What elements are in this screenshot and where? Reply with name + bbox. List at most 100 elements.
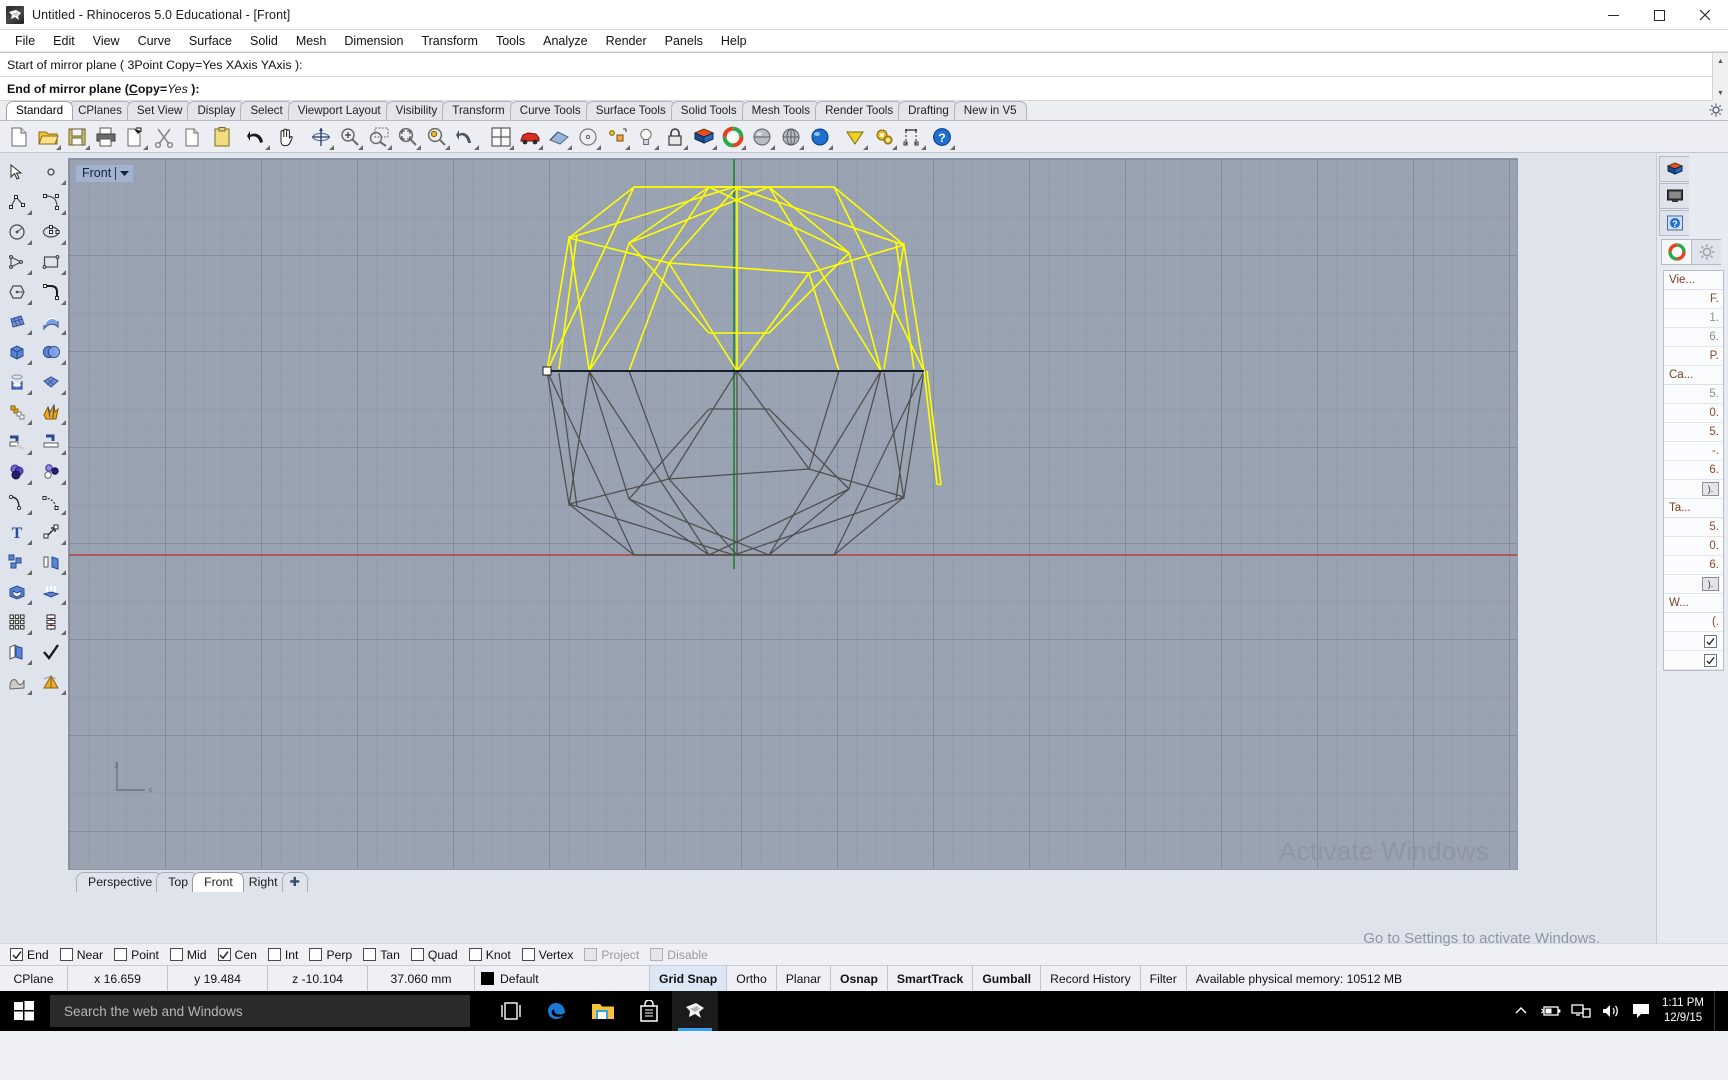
scale-icon[interactable]	[34, 517, 68, 547]
rectangle-icon[interactable]	[34, 247, 68, 277]
properties-row[interactable]: 6.	[1664, 328, 1723, 347]
viewport-title[interactable]: Front	[75, 164, 134, 183]
render-preview-button[interactable]	[747, 123, 776, 151]
search-input[interactable]: Search the web and Windows	[50, 995, 470, 1027]
toolbar-tab-curve-tools[interactable]: Curve Tools	[510, 101, 591, 120]
osnap-end[interactable]: End	[10, 948, 49, 962]
osnap-near-checkbox[interactable]	[60, 948, 73, 961]
dropdown-corner-icon[interactable]	[509, 145, 514, 150]
options-button[interactable]	[869, 123, 898, 151]
properties-row[interactable]: 0.	[1664, 537, 1723, 556]
dropdown-corner-icon[interactable]	[143, 145, 148, 150]
view-tab-right[interactable]: Right	[237, 872, 289, 892]
properties-row[interactable]	[1664, 632, 1723, 651]
dropdown-corner-icon[interactable]	[61, 360, 66, 365]
menu-surface[interactable]: Surface	[180, 32, 241, 50]
dropdown-corner-icon[interactable]	[27, 570, 32, 575]
status-toggle-record-history[interactable]: Record History	[1041, 966, 1141, 991]
dropdown-corner-icon[interactable]	[27, 330, 32, 335]
text-tool-icon[interactable]: T	[0, 517, 34, 547]
copy-object-icon[interactable]	[0, 637, 34, 667]
properties-row-button[interactable]: ).	[1702, 577, 1719, 591]
status-layer[interactable]: Default	[475, 966, 650, 991]
shade-button[interactable]	[544, 123, 573, 151]
toolbar-tab-viewport-layout[interactable]: Viewport Layout	[288, 101, 391, 120]
render-full-button[interactable]	[805, 123, 834, 151]
dropdown-corner-icon[interactable]	[770, 145, 775, 150]
status-toggle-grid-snap[interactable]: Grid Snap	[650, 966, 727, 991]
select-arrow-icon[interactable]	[0, 157, 34, 187]
properties-row[interactable]: 5.	[1664, 385, 1723, 404]
material-color-button[interactable]	[718, 123, 747, 151]
toolbar-tab-render-tools[interactable]: Render Tools	[815, 101, 903, 120]
explode-icon[interactable]	[34, 397, 68, 427]
surface-sweep-icon[interactable]	[34, 307, 68, 337]
polygon-icon[interactable]	[0, 277, 34, 307]
dropdown-corner-icon[interactable]	[27, 420, 32, 425]
dropdown-corner-icon[interactable]	[27, 240, 32, 245]
toolbar-tab-set-view[interactable]: Set View	[127, 101, 193, 120]
rhinoceros-app-icon[interactable]	[672, 991, 718, 1031]
cut-button[interactable]	[149, 123, 178, 151]
properties-row-checkbox[interactable]	[1704, 654, 1717, 667]
polyline-icon[interactable]	[0, 187, 34, 217]
dropdown-corner-icon[interactable]	[538, 145, 543, 150]
properties-row[interactable]: 5.	[1664, 423, 1723, 442]
dropdown-corner-icon[interactable]	[61, 630, 66, 635]
toolbar-tab-visibility[interactable]: Visibility	[386, 101, 448, 120]
menu-curve[interactable]: Curve	[129, 32, 180, 50]
undo-view-button[interactable]	[451, 123, 480, 151]
dropdown-corner-icon[interactable]	[683, 145, 688, 150]
zoom-in-button[interactable]	[335, 123, 364, 151]
properties-row[interactable]: -.	[1664, 442, 1723, 461]
revolve-icon[interactable]	[0, 367, 34, 397]
dropdown-corner-icon[interactable]	[61, 300, 66, 305]
dropdown-corner-icon[interactable]	[56, 145, 61, 150]
osnap-point[interactable]: Point	[114, 948, 159, 962]
dropdown-corner-icon[interactable]	[921, 145, 926, 150]
osnap-quad-checkbox[interactable]	[411, 948, 424, 961]
menu-tools[interactable]: Tools	[487, 32, 534, 50]
copy-button[interactable]	[178, 123, 207, 151]
circle-icon[interactable]	[0, 217, 34, 247]
chevron-down-icon[interactable]	[120, 166, 129, 180]
control-point-curve-icon[interactable]	[34, 187, 68, 217]
dropdown-corner-icon[interactable]	[61, 480, 66, 485]
dropdown-corner-icon[interactable]	[61, 330, 66, 335]
properties-row[interactable]: (.	[1664, 613, 1723, 632]
menu-mesh[interactable]: Mesh	[287, 32, 336, 50]
dropdown-corner-icon[interactable]	[61, 570, 66, 575]
help-button[interactable]: ?	[927, 123, 956, 151]
group-icon[interactable]	[0, 547, 34, 577]
array-linear-icon[interactable]	[34, 607, 68, 637]
command-scrollbar[interactable]: ▲ ▼	[1712, 53, 1728, 101]
check-object-icon[interactable]	[34, 637, 68, 667]
osnap-cen[interactable]: Cen	[218, 948, 257, 962]
dropdown-corner-icon[interactable]	[61, 240, 66, 245]
box-icon[interactable]	[0, 337, 34, 367]
osnap-knot-checkbox[interactable]	[469, 948, 482, 961]
osnap-point-checkbox[interactable]	[114, 948, 127, 961]
properties-row[interactable]	[1664, 651, 1723, 670]
command-option-value[interactable]: Yes	[167, 82, 188, 96]
light-bulb-button[interactable]	[631, 123, 660, 151]
menu-file[interactable]: File	[6, 32, 44, 50]
toolbar-tab-surface-tools[interactable]: Surface Tools	[586, 101, 676, 120]
taskbar-clock[interactable]: 1:11 PM 12/9/15	[1656, 996, 1714, 1026]
status-toggle-planar[interactable]: Planar	[777, 966, 831, 991]
command-option-key[interactable]: C	[129, 82, 138, 96]
status-toggle-smarttrack[interactable]: SmartTrack	[888, 966, 973, 991]
osnap-perp[interactable]: Perp	[309, 948, 352, 962]
curve-fillet-icon[interactable]	[34, 277, 68, 307]
undo-button[interactable]	[242, 123, 271, 151]
properties-row[interactable]: 6.	[1664, 556, 1723, 575]
properties-row[interactable]: F.	[1664, 290, 1723, 309]
status-units[interactable]: 37.060 mm	[368, 966, 475, 991]
task-view-icon[interactable]	[488, 991, 534, 1031]
toolbar-tab-solid-tools[interactable]: Solid Tools	[671, 101, 747, 120]
properties-row[interactable]: ).	[1664, 480, 1723, 499]
circle-center-button[interactable]	[573, 123, 602, 151]
help-tab-icon[interactable]: ?	[1659, 210, 1689, 236]
dropdown-corner-icon[interactable]	[27, 270, 32, 275]
osnap-disable[interactable]: Disable	[650, 948, 708, 962]
